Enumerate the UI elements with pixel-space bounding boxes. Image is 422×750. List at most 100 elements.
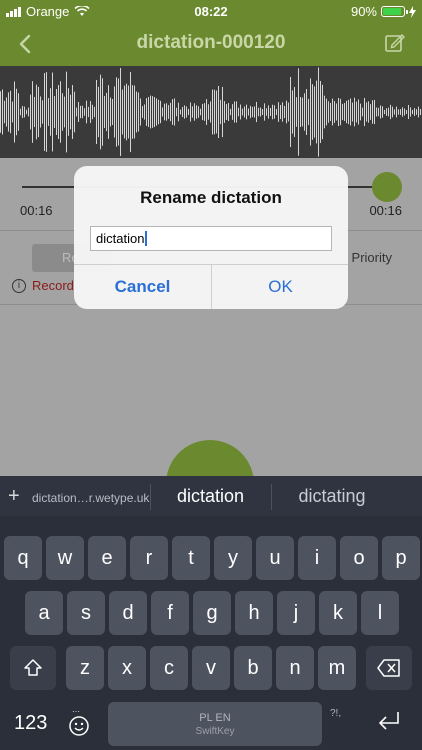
waveform-bar xyxy=(62,93,63,131)
key-n[interactable]: n xyxy=(276,646,314,690)
waveform-bar xyxy=(84,108,85,116)
waveform-bar xyxy=(108,85,109,139)
waveform-bar xyxy=(328,101,329,123)
waveform-graphic xyxy=(0,67,421,157)
key-g[interactable]: g xyxy=(193,591,231,635)
key-w[interactable]: w xyxy=(46,536,84,580)
waveform-bar xyxy=(170,102,171,122)
shift-key[interactable] xyxy=(10,646,56,690)
waveform-bar xyxy=(52,72,53,152)
edit-icon[interactable] xyxy=(384,32,406,54)
key-i[interactable]: i xyxy=(298,536,336,580)
punctuation-hint: ?!, xyxy=(330,708,342,719)
waveform-bar xyxy=(388,107,389,117)
key-c[interactable]: c xyxy=(150,646,188,690)
key-j[interactable]: j xyxy=(277,591,315,635)
waveform-bar xyxy=(360,103,361,121)
prediction-center[interactable]: dictation xyxy=(150,486,271,507)
playback-slider-knob[interactable] xyxy=(372,172,402,202)
waveform-bar xyxy=(242,108,243,116)
waveform-bar xyxy=(312,84,313,140)
waveform-bar xyxy=(86,100,87,124)
waveform-bar xyxy=(310,78,311,146)
key-d[interactable]: d xyxy=(109,591,147,635)
info-row: i Record xyxy=(12,278,74,293)
key-p[interactable]: p xyxy=(382,536,420,580)
waveform-bar xyxy=(196,105,197,119)
waveform-bar xyxy=(162,107,163,117)
key-x[interactable]: x xyxy=(108,646,146,690)
key-u[interactable]: u xyxy=(256,536,294,580)
key-m[interactable]: m xyxy=(318,646,356,690)
waveform-bar xyxy=(184,105,185,119)
emoji-icon[interactable]: ··· xyxy=(66,708,92,738)
waveform-bar xyxy=(64,96,65,128)
key-h[interactable]: h xyxy=(235,591,273,635)
waveform-bar xyxy=(298,68,299,156)
waveform-bar xyxy=(2,89,3,135)
waveform-bar xyxy=(156,98,157,126)
waveform-bar xyxy=(244,106,245,118)
waveform-bar xyxy=(34,96,35,128)
waveform-bar xyxy=(96,79,97,145)
key-e[interactable]: e xyxy=(88,536,126,580)
priority-label[interactable]: Priority xyxy=(352,250,392,265)
waveform-bar xyxy=(302,97,303,127)
backspace-key[interactable] xyxy=(366,646,412,690)
prediction-hint[interactable]: dictation…r.wetype.uk xyxy=(32,491,149,505)
key-r[interactable]: r xyxy=(130,536,168,580)
waveform-bar xyxy=(384,109,385,115)
key-s[interactable]: s xyxy=(67,591,105,635)
waveform-bar xyxy=(374,99,375,125)
prediction-right[interactable]: dictating xyxy=(271,486,393,507)
space-key[interactable]: PL EN SwiftKey xyxy=(108,702,322,746)
key-f[interactable]: f xyxy=(151,591,189,635)
key-a[interactable]: a xyxy=(25,591,63,635)
waveform-bar xyxy=(258,107,259,117)
waveform-bar xyxy=(32,81,33,143)
audio-waveform[interactable] xyxy=(0,66,422,158)
waveform-bar xyxy=(74,91,75,133)
key-t[interactable]: t xyxy=(172,536,210,580)
waveform-bar xyxy=(274,105,275,119)
status-bar: Orange 08:22 90% xyxy=(0,0,422,22)
key-o[interactable]: o xyxy=(340,536,378,580)
key-l[interactable]: l xyxy=(361,591,399,635)
waveform-bar xyxy=(222,86,223,138)
waveform-bar xyxy=(254,106,255,118)
waveform-bar xyxy=(338,97,339,127)
return-icon[interactable] xyxy=(376,710,402,732)
key-y[interactable]: y xyxy=(214,536,252,580)
elapsed-time: 00:16 xyxy=(20,203,53,218)
key-q[interactable]: q xyxy=(4,536,42,580)
waveform-bar xyxy=(130,71,131,153)
waveform-bar xyxy=(38,86,39,138)
rename-input[interactable]: dictation xyxy=(90,226,332,251)
waveform-bar xyxy=(16,88,17,136)
waveform-bar xyxy=(138,92,139,132)
waveform-bar xyxy=(164,103,165,121)
cancel-button[interactable]: Cancel xyxy=(74,265,211,309)
waveform-bar xyxy=(332,98,333,126)
waveform-bar xyxy=(342,103,343,121)
key-b[interactable]: b xyxy=(234,646,272,690)
waveform-bar xyxy=(370,104,371,120)
numbers-key[interactable]: 123 xyxy=(14,712,47,735)
waveform-bar xyxy=(296,97,297,127)
waveform-bar xyxy=(376,107,377,117)
keyboard: + dictation…r.wetype.uk dictation dictat… xyxy=(0,476,422,750)
add-icon[interactable]: + xyxy=(8,485,20,508)
waveform-bar xyxy=(410,107,411,117)
waveform-bar xyxy=(144,104,145,120)
ok-button[interactable]: OK xyxy=(212,265,348,309)
key-v[interactable]: v xyxy=(192,646,230,690)
rename-dialog: Rename dictation dictation Cancel OK xyxy=(74,166,348,309)
waveform-bar xyxy=(230,108,231,116)
waveform-bar xyxy=(102,78,103,146)
waveform-bar xyxy=(362,107,363,117)
key-k[interactable]: k xyxy=(319,591,357,635)
waveform-bar xyxy=(380,105,381,119)
space-language-label: PL EN xyxy=(199,711,231,724)
waveform-bar xyxy=(110,97,111,127)
key-z[interactable]: z xyxy=(66,646,104,690)
